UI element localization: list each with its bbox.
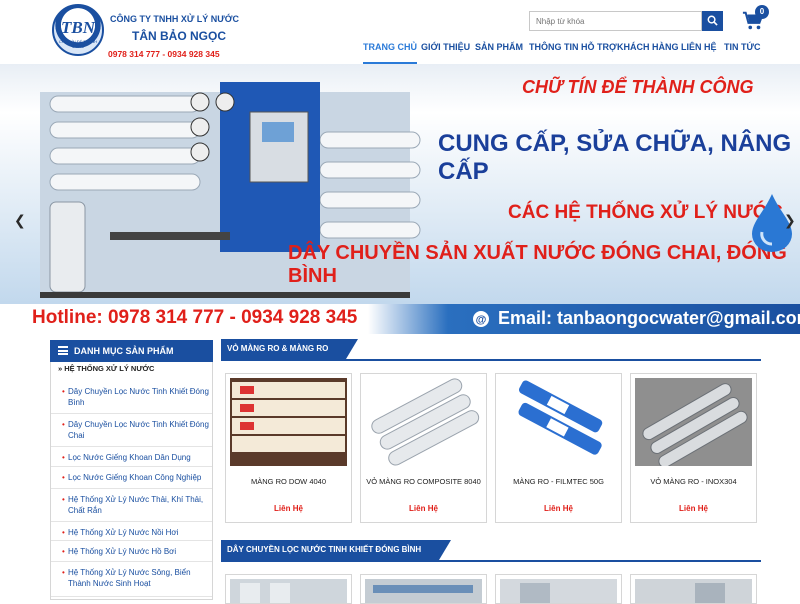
search-button[interactable] xyxy=(702,11,723,31)
email-icon: @ xyxy=(473,311,489,327)
product-card[interactable]: VỎ MÀNG RO COMPOSITE 8040 Liên Hệ xyxy=(360,373,487,523)
product-price[interactable]: Liên Hệ xyxy=(361,504,486,513)
slider-next-arrow[interactable]: ❯ xyxy=(784,212,796,229)
nav-contact[interactable]: LIÊN HỆ xyxy=(681,40,717,64)
banner-line-3: DÂY CHUYỀN SẢN XUẤT NƯỚC ĐÓNG CHAI, ĐÓNG… xyxy=(288,242,787,287)
sidebar-heading-text: DANH MỤC SẢN PHẨM xyxy=(74,346,174,356)
sidebar-group-title[interactable]: » HỆ THỐNG XỬ LÝ NƯỚC xyxy=(58,364,154,373)
nav-customers[interactable]: KHÁCH HÀNG xyxy=(617,40,679,64)
product-image[interactable] xyxy=(365,378,482,466)
sidebar-item-sea-river[interactable]: Hệ Thống Xử Lý Nước Sông, Biển Thành Nướ… xyxy=(51,563,212,597)
section-title[interactable]: DÂY CHUYỀN LỌC NƯỚC TINH KHIẾT ĐÓNG BÌNH xyxy=(221,540,452,560)
product-image[interactable] xyxy=(230,579,347,604)
product-image[interactable] xyxy=(635,378,752,466)
logo-tagline: CHỮ TÍN ĐỂ THÀNH CÔNG xyxy=(58,39,98,49)
product-card[interactable]: VỎ MÀNG RO - INOX304 Liên Hệ xyxy=(630,373,757,523)
hero-banner[interactable]: CHỮ TÍN ĐỂ THÀNH CÔNG CUNG CẤP, SỬA CHỮA… xyxy=(0,64,800,334)
nav-home[interactable]: TRANG CHỦ xyxy=(363,40,417,64)
product-price[interactable]: Liên Hệ xyxy=(631,504,756,513)
menu-bars-icon xyxy=(58,346,68,355)
section-header: VỎ MÀNG RO & MÀNG RO xyxy=(221,339,761,361)
company-type: CÔNG TY TNHH XỬ LÝ NƯỚC xyxy=(110,14,239,24)
section-header: DÂY CHUYỀN LỌC NƯỚC TINH KHIẾT ĐÓNG BÌNH xyxy=(221,540,761,562)
email-text: Email: tanbaongocwater@gmail.com xyxy=(498,308,800,328)
sidebar-item-boiler[interactable]: Hệ Thống Xử Lý Nước Nồi Hơi xyxy=(51,523,212,541)
search-input[interactable] xyxy=(529,11,702,31)
product-card[interactable]: MÀNG RO DOW 4040 Liên Hệ xyxy=(225,373,352,523)
company-logo[interactable]: TBN CHỮ TÍN ĐỂ THÀNH CÔNG xyxy=(52,4,104,56)
product-name[interactable]: VỎ MÀNG RO COMPOSITE 8040 xyxy=(363,476,484,488)
header: TBN CHỮ TÍN ĐỂ THÀNH CÔNG CÔNG TY TNHH X… xyxy=(0,0,800,64)
product-image[interactable] xyxy=(500,378,617,466)
sidebar-item-bottle-line[interactable]: Dây Chuyền Lọc Nước Tinh Khiết Đóng Chai xyxy=(51,415,212,447)
company-name: TÂN BẢO NGỌC xyxy=(132,29,226,43)
nav-support[interactable]: THÔNG TIN HỖ TRỢ xyxy=(529,40,617,64)
sidebar-heading: DANH MỤC SẢN PHẨM xyxy=(50,340,213,362)
product-image[interactable] xyxy=(500,579,617,604)
product-name[interactable]: MÀNG RO - FILMTEC 50G xyxy=(498,476,619,488)
product-image[interactable] xyxy=(635,579,752,604)
product-card[interactable]: MÀNG RO - FILMTEC 50G Liên Hệ xyxy=(495,373,622,523)
banner-line-1: CUNG CẤP, SỬA CHỮA, NÂNG CẤP xyxy=(438,130,792,185)
sidebar-item-bottled-line[interactable]: Dây Chuyền Lọc Nước Tinh Khiết Đóng Bình xyxy=(51,382,212,414)
slider-prev-arrow[interactable]: ❮ xyxy=(14,212,26,229)
banner-line-2: CÁC HỆ THỐNG XỬ LÝ NƯỚC xyxy=(508,202,783,223)
sidebar-item-waste-treatment[interactable]: Hệ Thống Xử Lý Nước Thải, Khí Thải, Chất… xyxy=(51,490,212,522)
product-name[interactable]: VỎ MÀNG RO - INOX304 xyxy=(633,476,754,488)
product-image[interactable] xyxy=(365,579,482,604)
product-name[interactable]: MÀNG RO DOW 4040 xyxy=(228,476,349,488)
logo-text: TBN xyxy=(61,18,95,37)
nav-about[interactable]: GIỚI THIỆU xyxy=(421,40,470,64)
product-image[interactable] xyxy=(230,378,347,466)
banner-hotline: Hotline: 0978 314 777 - 0934 928 345 xyxy=(32,307,358,328)
sidebar-item-well-domestic[interactable]: Lọc Nước Giếng Khoan Dân Dụng xyxy=(51,448,212,467)
sidebar-item-well-industrial[interactable]: Lọc Nước Giếng Khoan Công Nghiệp xyxy=(51,468,212,489)
product-price[interactable]: Liên Hệ xyxy=(226,504,351,513)
company-phone: 0978 314 777 - 0934 928 345 xyxy=(108,49,220,59)
product-price[interactable]: Liên Hệ xyxy=(496,504,621,513)
section-title[interactable]: VỎ MÀNG RO & MÀNG RO xyxy=(221,339,359,359)
banner-slogan: CHỮ TÍN ĐỂ THÀNH CÔNG xyxy=(522,77,754,97)
nav-news[interactable]: TIN TỨC xyxy=(724,40,760,64)
search-icon xyxy=(707,15,718,26)
sidebar-item-pool[interactable]: Hệ Thống Xử Lý Nước Hồ Bơi xyxy=(51,542,212,562)
cart-count-badge: 0 xyxy=(755,5,769,19)
svg-text:@: @ xyxy=(476,314,487,326)
nav-products[interactable]: SẢN PHẨM xyxy=(475,40,523,64)
